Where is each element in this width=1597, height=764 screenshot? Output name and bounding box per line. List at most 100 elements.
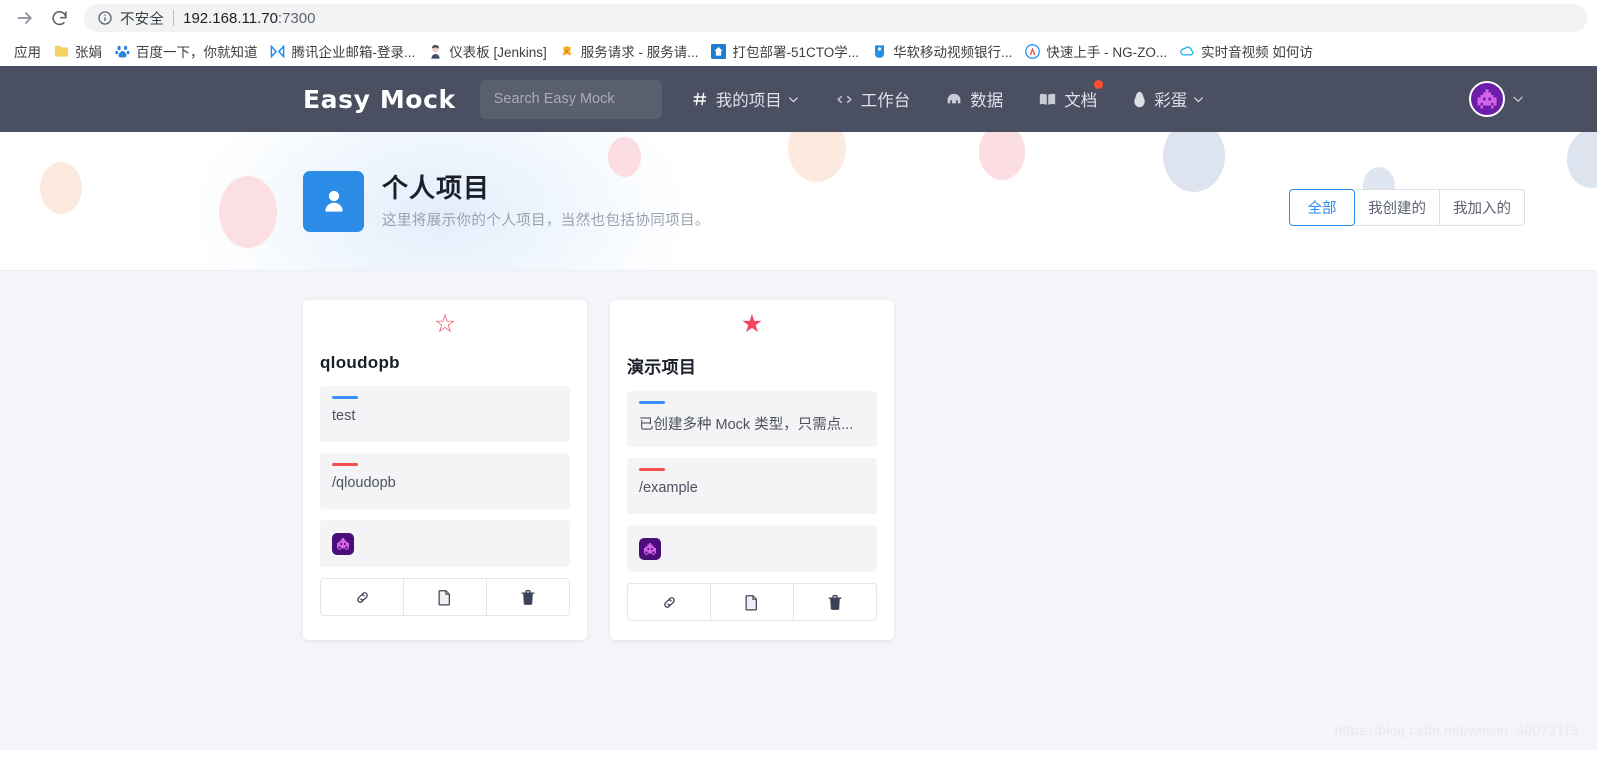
chevron-down-icon[interactable] bbox=[1511, 92, 1525, 106]
project-members bbox=[320, 520, 570, 567]
page-hero: 个人项目 这里将展示你的个人项目，当然也包括协同项目。 全部 我创建的 我加入的 bbox=[0, 132, 1597, 271]
bookmark-label: 张娟 bbox=[75, 45, 102, 60]
database-icon bbox=[946, 92, 962, 106]
nav-item-label: 我的项目 bbox=[715, 92, 782, 110]
field-accent-bar bbox=[639, 468, 665, 471]
filter-joined-by-me[interactable]: 我加入的 bbox=[1440, 189, 1525, 226]
project-baseurl-field: /example bbox=[627, 458, 877, 514]
security-status-label: 不安全 bbox=[120, 11, 165, 28]
omnibox-divider bbox=[173, 10, 175, 26]
forward-arrow-icon[interactable] bbox=[10, 3, 40, 33]
bookmark-apps[interactable]: 应用 bbox=[8, 39, 47, 63]
bookmark-51cto[interactable]: 打包部署-51CTO学... bbox=[705, 39, 866, 63]
book-icon bbox=[1039, 92, 1056, 106]
star-icon[interactable]: ☆ bbox=[303, 312, 587, 337]
info-circle-icon[interactable] bbox=[96, 10, 113, 27]
bookmark-tencent-exmail[interactable]: 腾讯企业邮箱-登录... bbox=[264, 39, 422, 63]
url-host: 192.168.11.70 bbox=[183, 9, 278, 27]
project-filter-group: 全部 我创建的 我加入的 bbox=[1289, 189, 1525, 226]
egg-icon bbox=[1133, 91, 1146, 108]
nav-item-label: 文档 bbox=[1064, 92, 1098, 110]
project-description-field: 已创建多种 Mock 类型，只需点... bbox=[627, 391, 877, 447]
nav-item-label: 彩蛋 bbox=[1154, 92, 1188, 110]
service-request-icon bbox=[559, 43, 575, 59]
project-actions bbox=[627, 583, 877, 621]
page-subtitle: 这里将展示你的个人项目，当然也包括协同项目。 bbox=[382, 213, 710, 230]
filter-created-by-me[interactable]: 我创建的 bbox=[1355, 189, 1440, 226]
realtime-av-cloud-icon bbox=[1179, 43, 1195, 59]
nav-item-data[interactable]: 数据 bbox=[946, 87, 1003, 111]
nav-item-workbench[interactable]: 工作台 bbox=[836, 87, 910, 111]
bookmark-huaruan-video-bank[interactable]: 华软移动视频银行... bbox=[865, 39, 1018, 63]
copy-link-action[interactable] bbox=[321, 579, 404, 615]
bookmark-folder-zhangjuan[interactable]: 张娟 bbox=[47, 39, 108, 63]
project-card[interactable]: ☆ qloudopb test /qloudopb bbox=[303, 300, 587, 640]
nav-links: 我的项目 工作台 数据 文档 彩蛋 bbox=[692, 80, 1242, 111]
search-input[interactable] bbox=[479, 79, 662, 119]
delete-project-action[interactable] bbox=[794, 584, 876, 620]
project-description-field: test bbox=[320, 386, 570, 442]
project-base-url: /example bbox=[639, 480, 698, 496]
browser-chrome: 不安全 192.168.11.70:7300 应用 张娟 百度一下，你就知道 腾… bbox=[0, 0, 1597, 66]
bookmark-baidu[interactable]: 百度一下，你就知道 bbox=[108, 39, 264, 63]
bookmark-label: 应用 bbox=[14, 45, 41, 60]
project-name: 演示项目 bbox=[627, 358, 697, 377]
clone-project-action[interactable] bbox=[711, 584, 794, 620]
reload-icon[interactable] bbox=[44, 3, 74, 33]
clone-project-action[interactable] bbox=[404, 579, 487, 615]
huaruan-video-bank-icon bbox=[871, 43, 887, 59]
main-content: ☆ qloudopb test /qloudopb ★ 演示项目 已创建多种 M… bbox=[0, 271, 1597, 750]
bookmark-label: 华软移动视频银行... bbox=[893, 45, 1013, 60]
page-title: 个人项目 bbox=[382, 172, 491, 203]
field-accent-bar bbox=[332, 463, 358, 466]
bookmark-label: 快速上手 - NG-ZO... bbox=[1046, 45, 1168, 60]
code-brackets-icon bbox=[836, 91, 853, 108]
bookmark-ng-zorro[interactable]: 快速上手 - NG-ZO... bbox=[1018, 39, 1173, 63]
app-logo[interactable]: Easy Mock bbox=[303, 85, 456, 114]
watermark: https://blog.csdn.net/weixin_40073115 bbox=[1334, 722, 1579, 738]
field-accent-bar bbox=[639, 401, 665, 404]
copy-link-action[interactable] bbox=[628, 584, 711, 620]
bookmark-jenkins[interactable]: 仪表板 [Jenkins] bbox=[421, 39, 553, 63]
nav-item-docs[interactable]: 文档 bbox=[1039, 80, 1104, 111]
project-base-url: /qloudopb bbox=[332, 475, 396, 491]
address-bar-url: 192.168.11.70:7300 bbox=[183, 10, 315, 27]
bookmark-realtime-av[interactable]: 实时音视频 如何访 bbox=[1173, 39, 1319, 63]
delete-project-action[interactable] bbox=[487, 579, 569, 615]
bookmark-label: 服务请求 - 服务请... bbox=[580, 45, 699, 60]
folder-icon bbox=[53, 43, 69, 59]
url-port: :7300 bbox=[277, 9, 316, 27]
filter-all[interactable]: 全部 bbox=[1289, 189, 1355, 226]
project-card-list: ☆ qloudopb test /qloudopb ★ 演示项目 已创建多种 M… bbox=[0, 300, 1597, 640]
project-card[interactable]: ★ 演示项目 已创建多种 Mock 类型，只需点... /example bbox=[610, 300, 894, 640]
hash-icon bbox=[692, 91, 708, 107]
bookmark-label: 百度一下，你就知道 bbox=[136, 45, 258, 60]
jenkins-icon bbox=[427, 43, 443, 59]
nav-item-easter-egg[interactable]: 彩蛋 bbox=[1133, 87, 1205, 111]
nav-item-my-projects[interactable]: 我的项目 bbox=[692, 87, 800, 111]
bookmark-label: 腾讯企业邮箱-登录... bbox=[291, 45, 416, 60]
member-avatar-identicon[interactable] bbox=[639, 537, 661, 560]
project-actions bbox=[320, 578, 570, 616]
browser-toolbar: 不安全 192.168.11.70:7300 bbox=[0, 0, 1597, 36]
user-menu[interactable] bbox=[1469, 81, 1525, 117]
member-avatar-identicon[interactable] bbox=[332, 532, 354, 555]
ng-zorro-icon bbox=[1024, 43, 1040, 59]
user-avatar-identicon[interactable] bbox=[1469, 81, 1505, 117]
chevron-down-icon bbox=[1192, 93, 1205, 106]
bookmarks-bar: 应用 张娟 百度一下，你就知道 腾讯企业邮箱-登录... 仪表板 [Jenkin… bbox=[0, 36, 1597, 66]
star-icon[interactable]: ★ bbox=[610, 312, 894, 337]
bookmark-label: 实时音视频 如何访 bbox=[1201, 45, 1313, 60]
field-accent-bar bbox=[332, 396, 358, 399]
bookmark-label: 仪表板 [Jenkins] bbox=[449, 45, 547, 60]
person-avatar-icon bbox=[303, 170, 364, 232]
address-bar[interactable]: 不安全 192.168.11.70:7300 bbox=[84, 4, 1587, 32]
hero-text: 个人项目 这里将展示你的个人项目，当然也包括协同项目。 bbox=[382, 172, 710, 231]
cto51-icon bbox=[711, 43, 727, 59]
nav-item-label: 数据 bbox=[970, 92, 1004, 110]
bookmark-service-request[interactable]: 服务请求 - 服务请... bbox=[553, 39, 705, 63]
project-description: 已创建多种 Mock 类型，只需点... bbox=[639, 417, 854, 433]
bookmark-label: 打包部署-51CTO学... bbox=[732, 45, 860, 60]
chevron-down-icon bbox=[787, 93, 800, 106]
project-name: qloudopb bbox=[320, 353, 400, 372]
